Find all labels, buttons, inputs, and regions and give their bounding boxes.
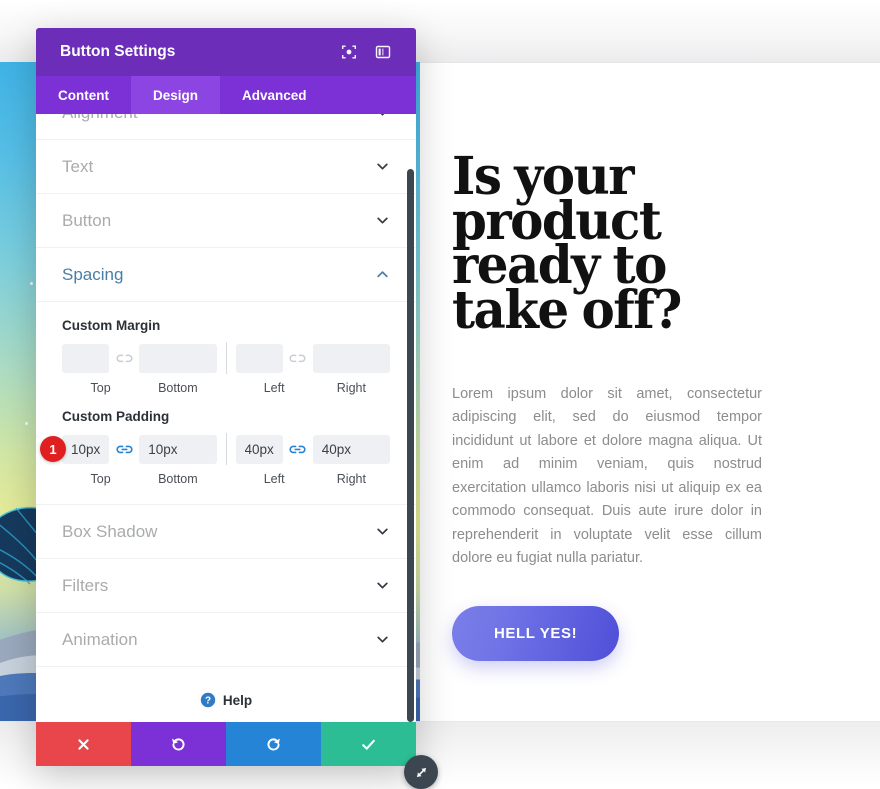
help-button[interactable]: ? Help bbox=[36, 667, 416, 722]
padding-top-input[interactable] bbox=[62, 434, 110, 464]
spacing-panel: Custom Margin Top Bottom Left Right Cust… bbox=[36, 302, 416, 505]
hell-yes-button[interactable]: HELL YES! bbox=[452, 605, 620, 661]
custom-margin-title: Custom Margin bbox=[62, 318, 161, 333]
button-settings-modal: Button Settings Content Design Advanced bbox=[36, 28, 438, 789]
chevron-down-icon bbox=[375, 632, 390, 647]
padding-divider bbox=[225, 433, 227, 465]
margin-top-input[interactable] bbox=[62, 343, 110, 373]
accordion-alignment-label: Alignment bbox=[62, 114, 375, 123]
chevron-down-icon bbox=[375, 578, 390, 593]
margin-left-input[interactable] bbox=[235, 343, 283, 373]
padding-bottom-input[interactable] bbox=[139, 434, 217, 464]
accordion-button-label: Button bbox=[62, 210, 112, 230]
margin-left-label: Left bbox=[263, 381, 285, 395]
accordion-alignment[interactable]: Alignment bbox=[36, 114, 416, 140]
redo-button[interactable] bbox=[226, 722, 321, 766]
margin-link-top-bottom-icon[interactable] bbox=[109, 352, 139, 365]
resize-diagonal-icon bbox=[413, 764, 430, 781]
custom-padding-row: 1 bbox=[40, 433, 390, 465]
accordion-filters-label: Filters bbox=[62, 575, 109, 595]
page-body-text: Lorem ipsum dolor sit amet, consectetur … bbox=[452, 385, 762, 567]
tab-content[interactable]: Content bbox=[36, 76, 131, 114]
modal-footer bbox=[36, 722, 416, 766]
page-headline: Is your product ready to take off? bbox=[452, 146, 682, 342]
padding-right-input[interactable] bbox=[312, 434, 390, 464]
custom-margin-row bbox=[62, 342, 390, 374]
resize-handle[interactable] bbox=[404, 755, 438, 789]
accordion-button[interactable]: Button bbox=[36, 194, 416, 248]
padding-link-left-right-icon[interactable] bbox=[283, 443, 313, 456]
settings-scroll-area: Alignment Text Button S bbox=[36, 114, 416, 722]
hero-content-column: Is your product ready to take off? Lorem… bbox=[452, 146, 762, 661]
chevron-up-icon bbox=[375, 267, 390, 282]
padding-left-input[interactable] bbox=[235, 434, 283, 464]
modal-scrollbar[interactable] bbox=[407, 169, 414, 722]
check-icon bbox=[360, 736, 377, 753]
modal-scrollbar-thumb[interactable] bbox=[407, 169, 414, 722]
close-icon bbox=[76, 737, 91, 752]
accordion-box-shadow[interactable]: Box Shadow bbox=[36, 505, 416, 559]
margin-link-left-right-icon[interactable] bbox=[283, 352, 313, 365]
padding-right-label: Right bbox=[336, 472, 366, 486]
tab-design[interactable]: Design bbox=[131, 76, 221, 114]
accordion-text[interactable]: Text bbox=[36, 140, 416, 194]
padding-top-label: Top bbox=[90, 472, 111, 486]
cta-wrapper: HELL YES! bbox=[452, 571, 762, 661]
tab-advanced[interactable]: Advanced bbox=[220, 76, 329, 114]
accordion-animation[interactable]: Animation bbox=[36, 613, 416, 667]
margin-right-label: Right bbox=[336, 381, 366, 395]
accordion-text-label: Text bbox=[62, 156, 94, 176]
custom-padding-title: Custom Padding bbox=[62, 409, 170, 424]
chevron-down-icon bbox=[375, 159, 390, 174]
redo-icon bbox=[265, 736, 282, 753]
layout-columns-icon[interactable] bbox=[368, 37, 398, 67]
margin-top-label: Top bbox=[90, 381, 111, 395]
margin-right-input[interactable] bbox=[312, 343, 390, 373]
margin-bottom-label: Bottom bbox=[158, 381, 198, 395]
custom-margin-labels: Top Bottom Left Right bbox=[62, 381, 390, 395]
padding-left-label: Left bbox=[263, 472, 285, 486]
accordion-box-shadow-label: Box Shadow bbox=[62, 521, 158, 541]
undo-button[interactable] bbox=[131, 722, 226, 766]
modal-body: Alignment Text Button S bbox=[36, 114, 416, 722]
padding-bottom-label: Bottom bbox=[158, 472, 198, 486]
accordion-filters[interactable]: Filters bbox=[36, 559, 416, 613]
undo-icon bbox=[170, 736, 187, 753]
accordion-spacing-label: Spacing bbox=[62, 264, 124, 284]
accordion-animation-label: Animation bbox=[62, 629, 138, 649]
modal-tab-bar: Content Design Advanced bbox=[36, 76, 416, 114]
svg-text:?: ? bbox=[205, 696, 211, 707]
margin-divider bbox=[225, 342, 227, 374]
help-circle-icon: ? bbox=[200, 692, 216, 708]
margin-bottom-input[interactable] bbox=[139, 343, 217, 373]
focus-icon[interactable] bbox=[334, 37, 364, 67]
chevron-down-icon bbox=[375, 114, 390, 120]
cancel-button[interactable] bbox=[36, 722, 131, 766]
accordion-spacing[interactable]: Spacing bbox=[36, 248, 416, 302]
custom-padding-labels: Top Bottom Left Right bbox=[62, 472, 390, 486]
modal-header: Button Settings bbox=[36, 28, 416, 76]
help-label: Help bbox=[222, 692, 253, 708]
chevron-down-icon bbox=[375, 524, 390, 539]
step-badge-1: 1 bbox=[40, 436, 66, 462]
padding-link-top-bottom-icon[interactable] bbox=[109, 443, 139, 456]
save-button[interactable] bbox=[321, 722, 416, 766]
modal-title: Button Settings bbox=[60, 43, 176, 60]
chevron-down-icon bbox=[375, 213, 390, 228]
